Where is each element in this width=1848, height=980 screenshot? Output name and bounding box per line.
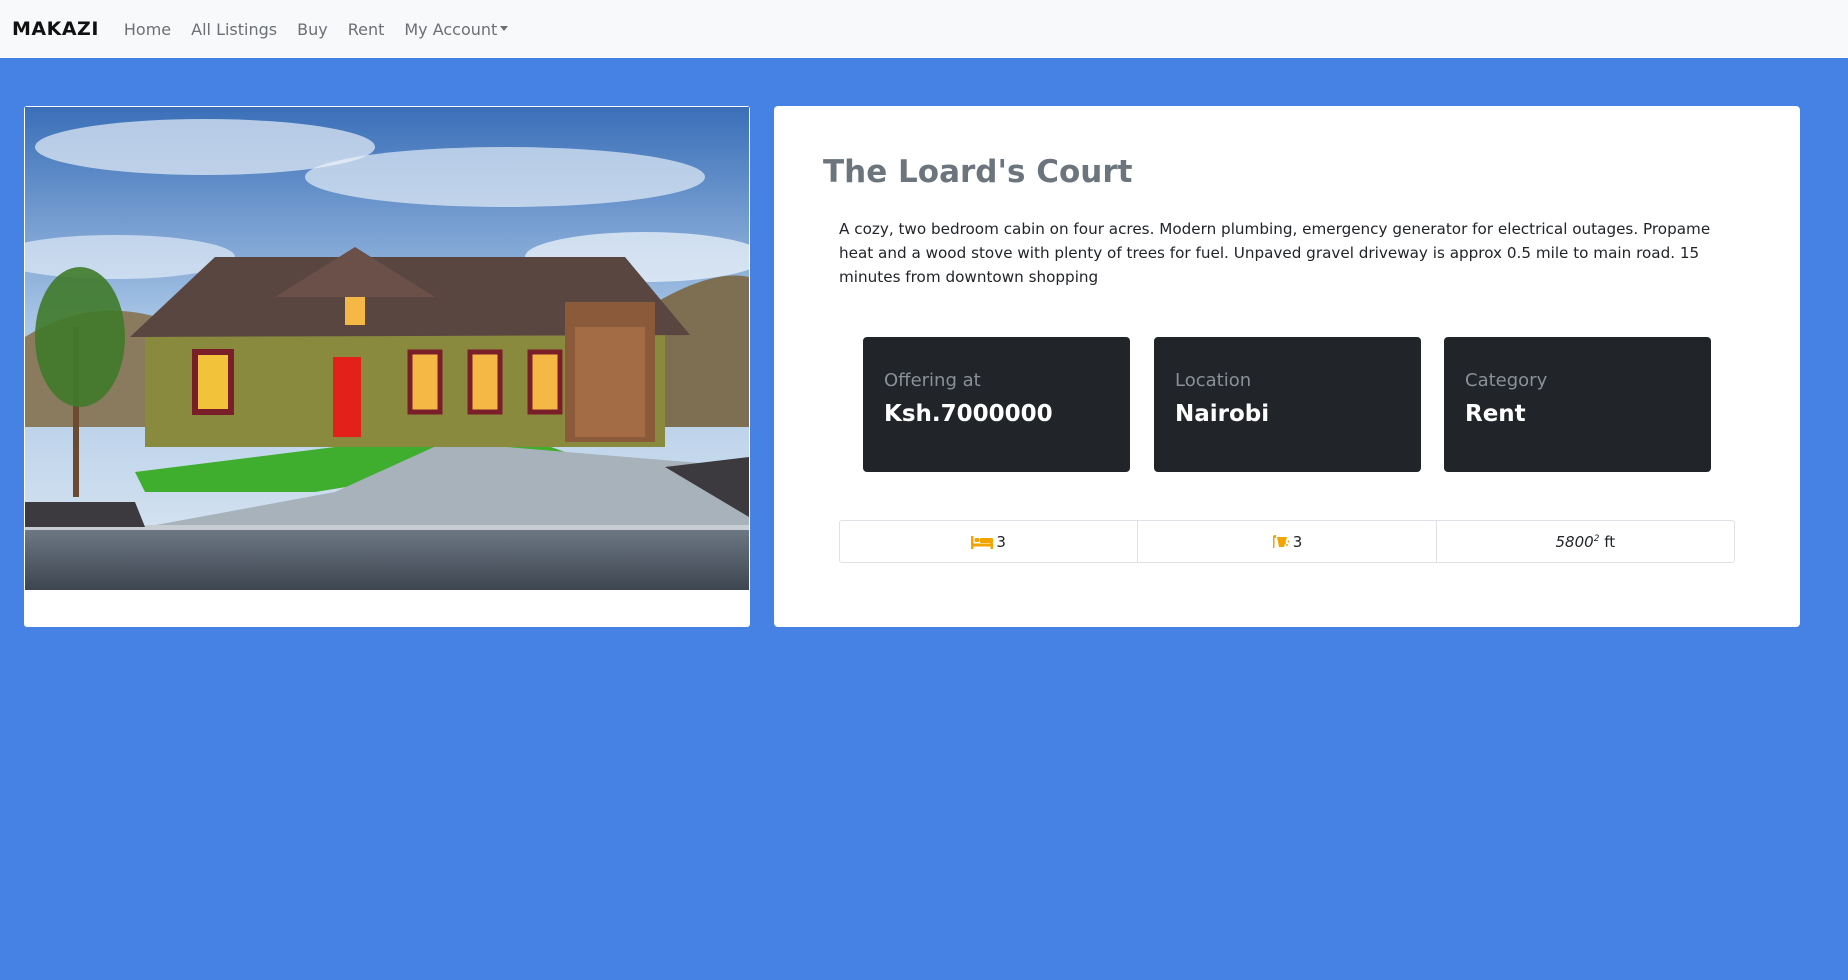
listing-title: The Loard's Court xyxy=(823,154,1133,190)
category-label: Category xyxy=(1465,370,1548,391)
location-value: Nairobi xyxy=(1175,401,1270,427)
location-label: Location xyxy=(1175,370,1252,391)
nav-my-account-dropdown[interactable]: My Account xyxy=(404,19,509,39)
nav-all-listings[interactable]: All Listings xyxy=(191,20,277,39)
nav-buy[interactable]: Buy xyxy=(297,20,328,39)
feature-area: 58002 ft xyxy=(1437,521,1734,562)
caret-down-icon xyxy=(500,25,509,31)
listing-image-card xyxy=(24,106,750,627)
listing-photo xyxy=(25,107,749,590)
price-label: Offering at xyxy=(884,370,981,391)
bath-icon xyxy=(1272,535,1290,548)
bathrooms-count: 3 xyxy=(1292,532,1303,551)
area-exponent: 2 xyxy=(1593,533,1600,544)
area-value: 58002 xyxy=(1556,533,1600,551)
area-number: 5800 xyxy=(1555,532,1594,551)
nav-my-account-label: My Account xyxy=(404,19,498,39)
feature-bathrooms: 3 xyxy=(1138,521,1437,562)
price-value: Ksh.7000000 xyxy=(884,401,1053,427)
brand-logo[interactable]: MAKAZI xyxy=(12,18,99,40)
category-value: Rent xyxy=(1465,401,1526,427)
info-box-location: Location Nairobi xyxy=(1154,337,1421,472)
features-list: 3 3 58002 ft xyxy=(839,520,1735,563)
feature-bedrooms: 3 xyxy=(840,521,1139,562)
navbar: MAKAZI Home All Listings Buy Rent My Acc… xyxy=(0,0,1848,58)
listing-description: A cozy, two bedroom cabin on four acres.… xyxy=(839,220,1711,286)
bed-icon xyxy=(971,535,994,549)
listing-details-card: The Loard's Court A cozy, two bedroom ca… xyxy=(774,106,1800,627)
nav-home[interactable]: Home xyxy=(124,20,171,39)
info-box-price: Offering at Ksh.7000000 xyxy=(863,337,1130,472)
info-box-category: Category Rent xyxy=(1444,337,1711,472)
nav-rent[interactable]: Rent xyxy=(348,20,385,39)
area-unit: ft xyxy=(1604,532,1616,551)
bedrooms-count: 3 xyxy=(996,532,1006,551)
